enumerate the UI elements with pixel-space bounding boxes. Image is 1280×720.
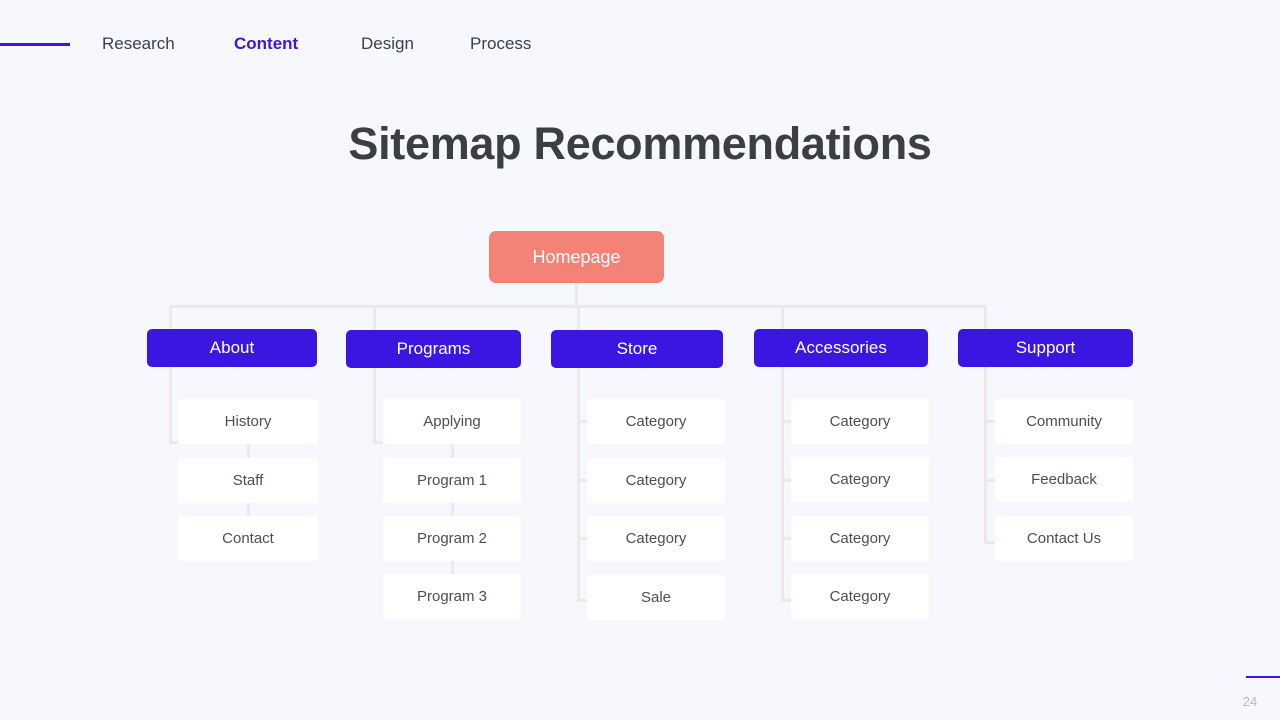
node-programs-p1[interactable]: Program 1 [383,458,521,503]
node-about-contact[interactable]: Contact [178,516,318,561]
connector-rail-programs [373,305,376,444]
node-programs[interactable]: Programs [346,330,521,368]
page-number: 24 [1242,694,1258,709]
connector-about-2-3 [247,503,250,516]
node-store[interactable]: Store [551,330,723,368]
node-store-sale[interactable]: Sale [587,575,725,620]
connector-about-1-2 [247,444,250,458]
node-store-cat-2[interactable]: Category [587,458,725,503]
node-store-cat-3[interactable]: Category [587,516,725,561]
node-accessories-cat-2[interactable]: Category [791,457,929,502]
node-support[interactable]: Support [958,329,1133,367]
footer-accent-rule [1246,676,1280,678]
node-about[interactable]: About [147,329,317,367]
connector-programs-3-4 [451,561,454,574]
node-store-cat-1[interactable]: Category [587,399,725,444]
node-support-feedback[interactable]: Feedback [995,457,1133,502]
node-about-history[interactable]: History [178,399,318,444]
connector-rail-about [169,305,172,444]
node-about-staff[interactable]: Staff [178,458,318,503]
node-accessories[interactable]: Accessories [754,329,928,367]
node-support-contact-us[interactable]: Contact Us [995,516,1133,561]
node-programs-p2[interactable]: Program 2 [383,516,521,561]
node-homepage[interactable]: Homepage [489,231,664,283]
node-programs-applying[interactable]: Applying [383,399,521,444]
connector-programs-2-3 [451,503,454,516]
node-support-community[interactable]: Community [995,399,1133,444]
node-accessories-cat-4[interactable]: Category [791,574,929,619]
connector-root-drop [575,283,578,305]
sitemap-diagram: Homepage About History Staff Contact Pro… [0,0,1280,720]
node-programs-p3[interactable]: Program 3 [383,574,521,619]
node-accessories-cat-1[interactable]: Category [791,399,929,444]
connector-programs-1-2 [451,444,454,458]
node-accessories-cat-3[interactable]: Category [791,516,929,561]
